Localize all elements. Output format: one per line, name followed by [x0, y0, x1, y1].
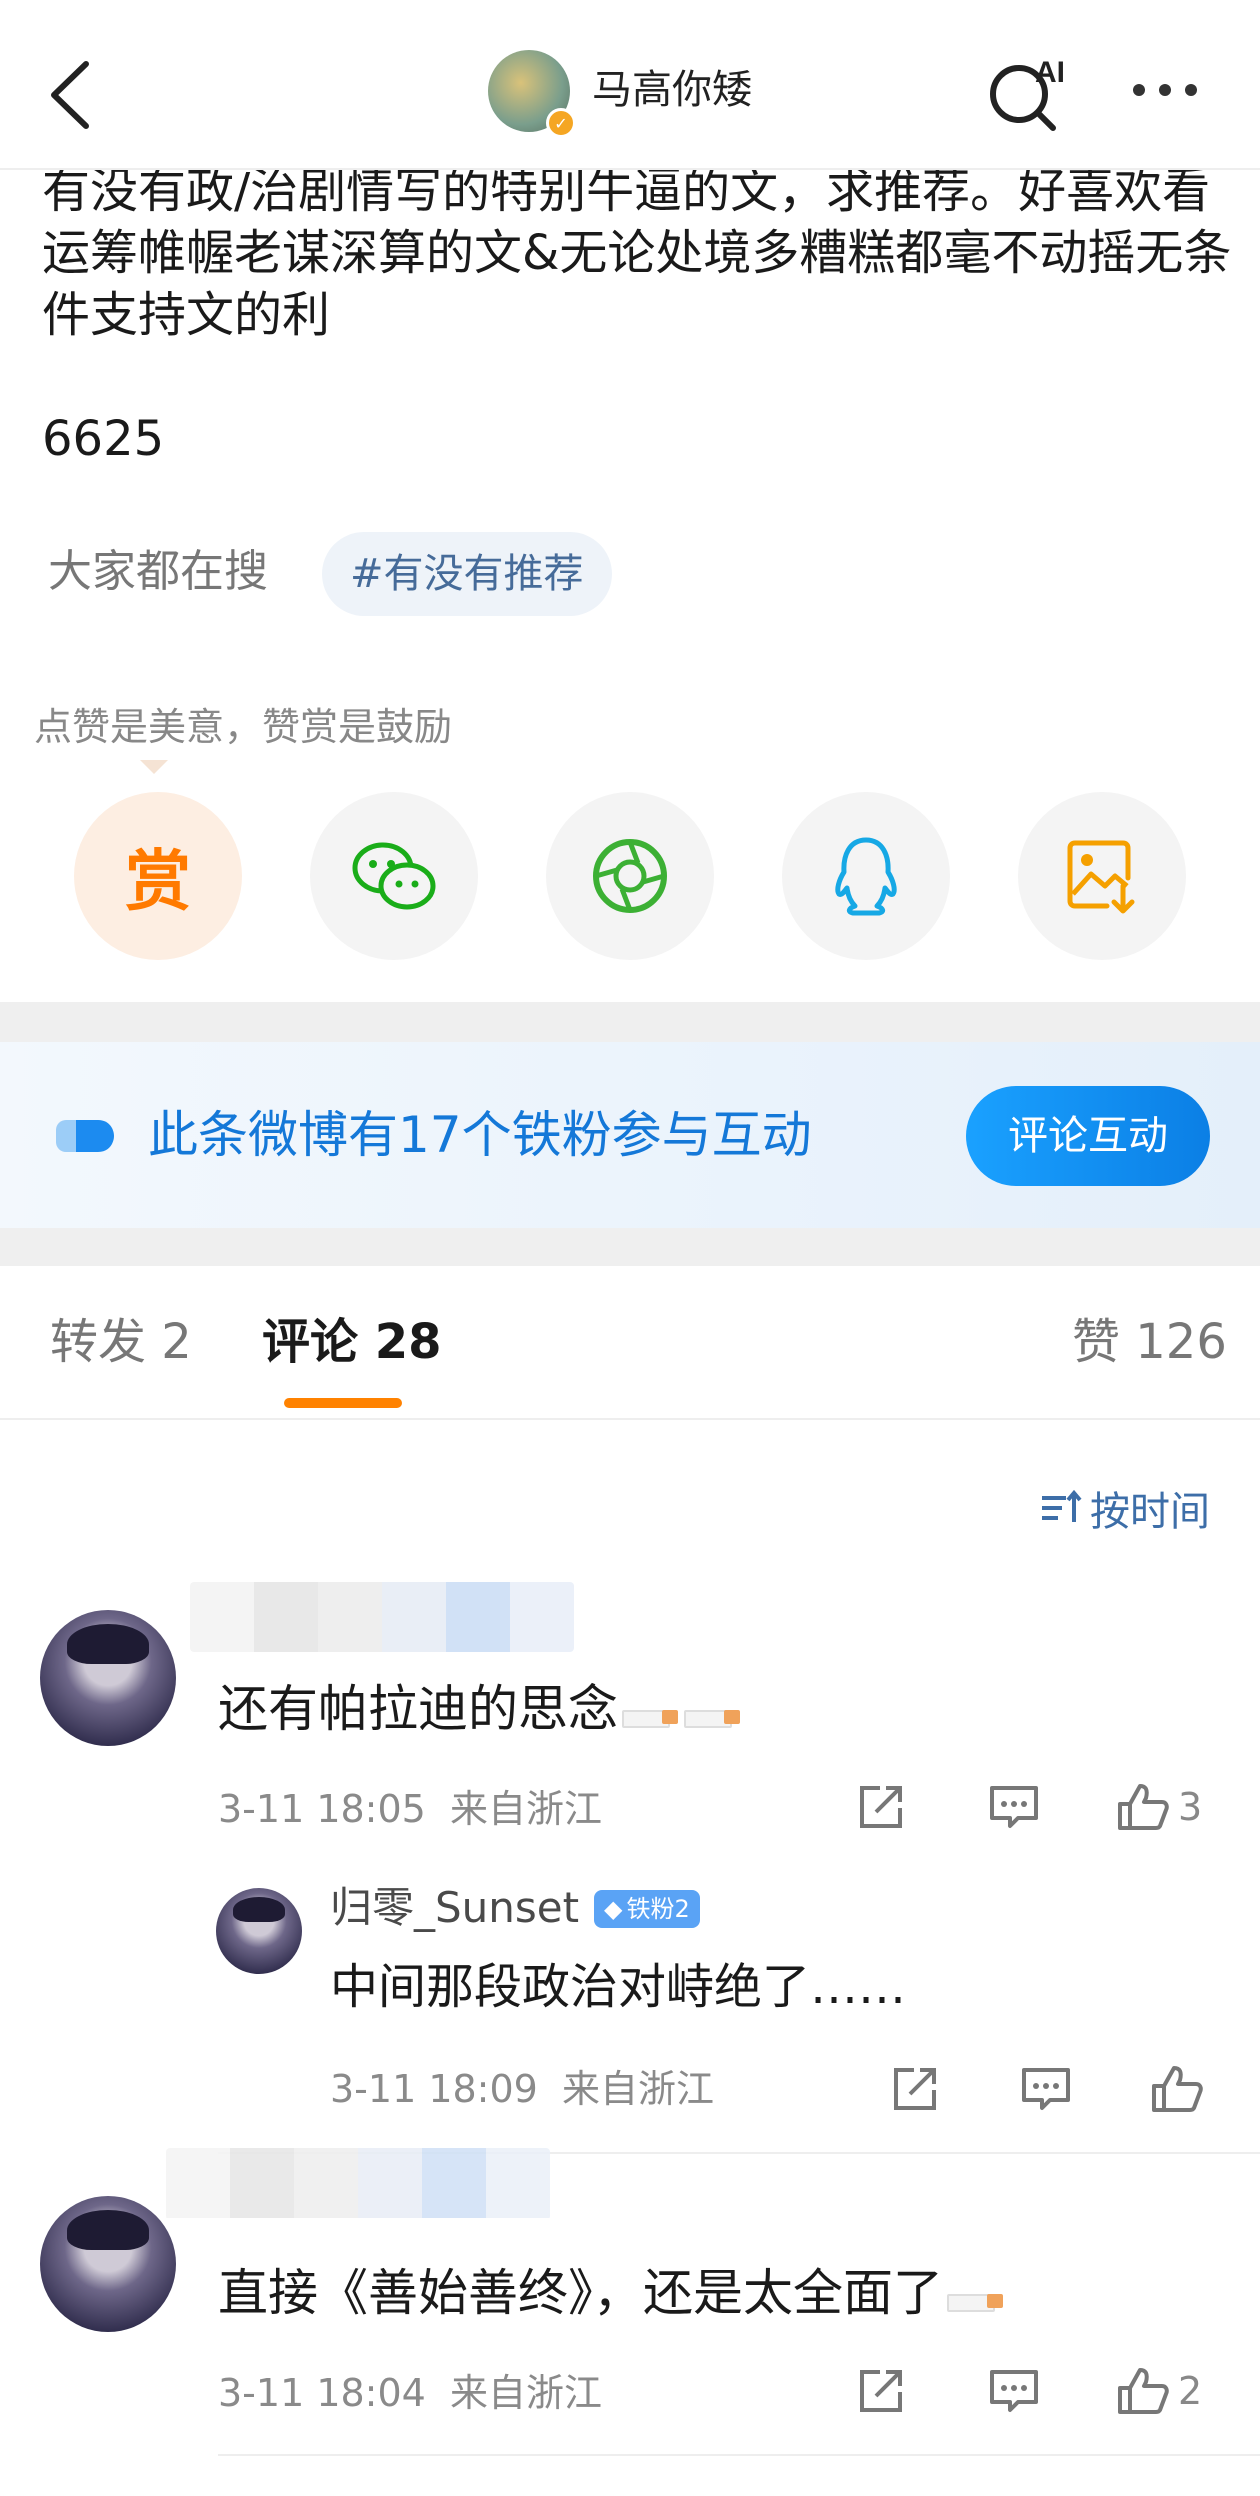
- blurred-username[interactable]: [190, 1582, 574, 1652]
- dot-icon: [1159, 84, 1171, 96]
- comment-location: 来自浙江: [450, 1787, 603, 1831]
- fan-level-badge: ◆ 铁粉2: [594, 1890, 700, 1928]
- commenter-avatar[interactable]: [40, 2196, 176, 2332]
- fan-icon: [56, 1120, 114, 1152]
- save-image-button[interactable]: [1018, 792, 1186, 960]
- commenter-avatar[interactable]: [40, 1610, 176, 1746]
- comment-icon: [990, 1786, 1038, 1828]
- hashtag-chip[interactable]: #有没有推荐: [322, 532, 612, 616]
- post-text: 有没有政/治剧情写的特别牛逼的文，求推荐。好喜欢看运筹帷幄老谋深算的文&无论处境…: [42, 163, 1232, 343]
- author-name[interactable]: 马高你矮: [592, 60, 752, 120]
- comment-time: 3-11 18:05: [218, 1787, 426, 1831]
- post-number: 6625: [42, 411, 165, 467]
- cigarette-emoji-icon: [947, 2286, 1005, 2312]
- back-arrow-icon: [51, 61, 89, 129]
- share-row: 赏: [0, 792, 1260, 962]
- moments-share-button[interactable]: [546, 792, 714, 960]
- share-icon: [860, 2370, 902, 2412]
- like-comment-button[interactable]: 3: [1116, 1782, 1202, 1832]
- trending-search-label: 大家都在搜: [48, 546, 268, 597]
- save-image-icon: [1067, 840, 1135, 914]
- reward-button[interactable]: 赏: [74, 792, 242, 960]
- comment-icon: [990, 2370, 1038, 2412]
- share-comment-button[interactable]: [856, 2368, 906, 2414]
- tab-repost[interactable]: 转发 2: [50, 1312, 192, 1372]
- thumbs-up-icon: [1118, 1784, 1169, 1830]
- reply-location: 来自浙江: [562, 2067, 715, 2111]
- wechat-icon: [352, 842, 436, 910]
- blurred-username[interactable]: [166, 2148, 550, 2220]
- qq-share-button[interactable]: [782, 792, 950, 960]
- fan-interaction-banner: 此条微博有17个铁粉参与互动 评论互动: [0, 1042, 1260, 1228]
- like-reply-button[interactable]: [1150, 2064, 1204, 2114]
- share-comment-button[interactable]: [856, 1784, 906, 1830]
- moments-icon: [593, 839, 667, 913]
- wechat-share-button[interactable]: [310, 792, 478, 960]
- section-divider: [0, 1002, 1260, 1042]
- tab-comment[interactable]: 评论 28: [262, 1312, 442, 1372]
- like-comment-button[interactable]: 2: [1116, 2366, 1202, 2416]
- fan-banner-text: 此条微博有17个铁粉参与互动: [148, 1106, 812, 1164]
- reply-meta: 3-11 18:09 来自浙江: [330, 2064, 714, 2114]
- sort-icon: [1042, 1489, 1082, 1522]
- comment-time: 3-11 18:04: [218, 2371, 426, 2415]
- sort-label: 按时间: [1090, 1489, 1210, 1535]
- sort-by-time-button[interactable]: 按时间: [1040, 1480, 1210, 1536]
- verified-badge-icon: ✓: [546, 108, 576, 138]
- hint-arrow: [140, 760, 168, 774]
- section-divider: [0, 1228, 1260, 1266]
- cigarette-emoji-icon: [684, 1702, 742, 1728]
- comment-text: 直接《善始善终》，还是太全面了: [218, 2260, 1005, 2326]
- cigarette-emoji-icon: [622, 1702, 680, 1728]
- reply-to-reply-button[interactable]: [1020, 2066, 1072, 2112]
- thumbs-up-icon: [1152, 2066, 1203, 2112]
- comment-location: 来自浙江: [450, 2371, 603, 2415]
- back-button[interactable]: [40, 55, 100, 135]
- ai-search-button[interactable]: AI: [985, 52, 1075, 132]
- comment-text: 还有帕拉迪的思念: [218, 1676, 742, 1742]
- dot-icon: [1185, 84, 1197, 96]
- reply-avatar[interactable]: [216, 1888, 302, 1974]
- like-count: 2: [1178, 2369, 1203, 2413]
- share-icon: [894, 2068, 936, 2110]
- ai-label: AI: [1035, 56, 1065, 89]
- top-nav-bar: ✓ 马高你矮 AI: [0, 0, 1260, 170]
- share-reply-button[interactable]: [890, 2066, 940, 2112]
- comment-meta: 3-11 18:04 来自浙江: [218, 2368, 602, 2418]
- comment-interaction-button[interactable]: 评论互动: [966, 1086, 1210, 1186]
- qq-icon: [835, 837, 897, 916]
- more-options-button[interactable]: [1120, 70, 1210, 110]
- reply-text: 中间那段政治对峙绝了……: [330, 1959, 907, 2015]
- reply-comment-button[interactable]: [988, 2368, 1040, 2414]
- diamond-icon: ◆: [604, 1895, 623, 1923]
- tab-like[interactable]: 赞 126: [1072, 1312, 1227, 1372]
- reply-time: 3-11 18:09: [330, 2067, 538, 2111]
- comment-icon: [1022, 2068, 1070, 2110]
- share-icon: [860, 1786, 902, 1828]
- reward-hint: 点赞是美意，赞赏是鼓励: [34, 705, 453, 749]
- ai-search-icon: AI: [990, 56, 1065, 131]
- active-tab-indicator: [284, 1398, 402, 1408]
- comment-divider: [218, 2454, 1260, 2456]
- thumbs-up-icon: [1118, 2368, 1169, 2414]
- reply-comment-button[interactable]: [988, 1784, 1040, 1830]
- comment-meta: 3-11 18:05 来自浙江: [218, 1784, 602, 1834]
- reward-icon: 赏: [125, 843, 191, 920]
- like-count: 3: [1178, 1785, 1203, 1829]
- post-tabs: 转发 2 评论 28 赞 126: [0, 1266, 1260, 1420]
- dot-icon: [1133, 84, 1145, 96]
- reply-username[interactable]: 归零_Sunset: [330, 1880, 579, 1936]
